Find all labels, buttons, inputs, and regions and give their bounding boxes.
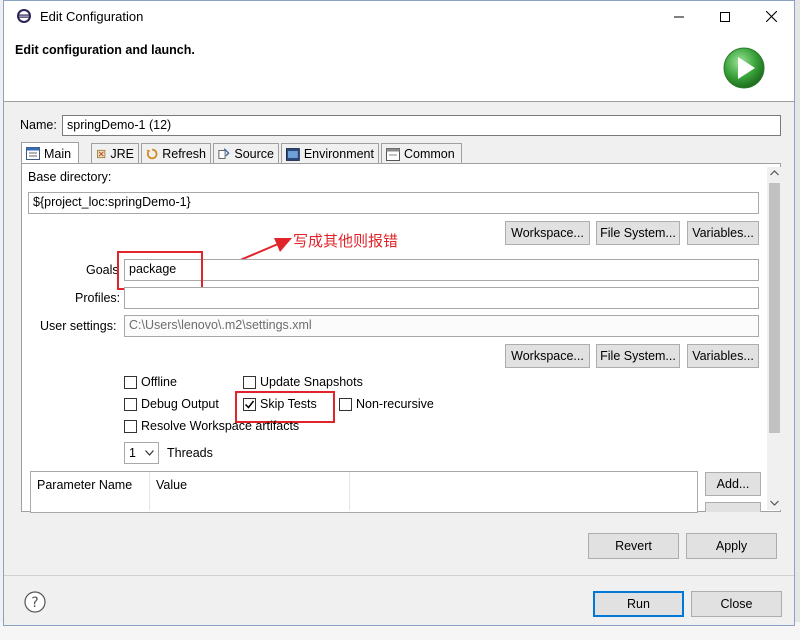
- tab-environment[interactable]: Environment: [281, 143, 379, 164]
- main-tab-icon: [26, 147, 40, 160]
- base-dir-variables-button[interactable]: Variables...: [687, 221, 759, 245]
- tab-main[interactable]: Main: [21, 142, 79, 164]
- revert-button[interactable]: Revert: [588, 533, 679, 559]
- maximize-icon: [720, 11, 730, 22]
- svg-text:?: ?: [31, 595, 38, 611]
- goals-label: Goals: [86, 263, 119, 277]
- goals-input[interactable]: package: [124, 259, 759, 281]
- base-directory-label: Base directory:: [28, 170, 112, 184]
- title-bar: Edit Configuration: [4, 1, 794, 32]
- resolve-workspace-checkbox[interactable]: Resolve Workspace artifacts: [124, 419, 299, 433]
- footer-separator: [4, 575, 794, 576]
- debug-output-checkbox[interactable]: Debug Output: [124, 397, 219, 411]
- settings-workspace-button[interactable]: Workspace...: [505, 344, 590, 368]
- close-button[interactable]: Close: [691, 591, 782, 617]
- settings-variables-button[interactable]: Variables...: [687, 344, 759, 368]
- edit-parameter-button[interactable]: [705, 502, 761, 512]
- minimize-button[interactable]: [656, 1, 702, 32]
- name-input[interactable]: springDemo-1 (12): [62, 115, 781, 136]
- window-title: Edit Configuration: [40, 9, 144, 24]
- offline-label: Offline: [141, 375, 177, 389]
- parameter-table[interactable]: Parameter Name Value: [30, 471, 698, 513]
- base-directory-input[interactable]: ${project_loc:springDemo-1}: [28, 192, 759, 214]
- tab-jre-label: JRE: [110, 147, 134, 161]
- tab-source[interactable]: Source: [213, 143, 279, 164]
- tab-refresh[interactable]: Refresh: [141, 143, 211, 164]
- header-title: Edit configuration and launch.: [15, 43, 195, 57]
- threads-label: Threads: [167, 446, 213, 460]
- profiles-label: Profiles:: [75, 291, 121, 305]
- dialog-header: Edit configuration and launch.: [4, 32, 794, 102]
- checkbox-box: [124, 375, 137, 389]
- tab-refresh-label: Refresh: [162, 147, 206, 161]
- base-dir-file-system-button[interactable]: File System...: [596, 221, 680, 245]
- tab-source-label: Source: [234, 147, 274, 161]
- column-header-value[interactable]: Value: [150, 472, 350, 510]
- scroll-up-icon[interactable]: [770, 170, 779, 176]
- tab-environment-label: Environment: [303, 147, 374, 161]
- apply-button[interactable]: Apply: [686, 533, 777, 559]
- user-settings-input[interactable]: C:\Users\lenovo\.m2\settings.xml: [124, 315, 759, 337]
- maximize-button[interactable]: [702, 1, 748, 32]
- refresh-icon: [146, 148, 158, 160]
- panel-scrollbar[interactable]: [767, 167, 781, 510]
- non-recursive-checkbox[interactable]: Non-recursive: [339, 397, 434, 411]
- close-icon: [765, 11, 777, 22]
- minimize-icon: [674, 16, 684, 17]
- tab-main-label: Main: [44, 146, 72, 161]
- main-tab-panel: Base directory: ${project_loc:springDemo…: [21, 163, 781, 513]
- checkbox-box: [124, 397, 137, 411]
- tab-common-label: Common: [404, 147, 455, 161]
- threads-value: 1: [129, 446, 136, 460]
- common-icon: [386, 147, 400, 161]
- add-parameter-button[interactable]: Add...: [705, 472, 761, 496]
- scrollbar-thumb[interactable]: [769, 183, 780, 433]
- annotation-text: 写成其他则报错: [293, 233, 399, 250]
- run-banner-icon: [723, 47, 765, 89]
- run-button[interactable]: Run: [593, 591, 684, 617]
- name-label: Name:: [20, 118, 57, 132]
- goals-highlight-box: [117, 251, 203, 290]
- threads-select[interactable]: 1: [124, 442, 159, 464]
- tab-common[interactable]: Common: [381, 143, 462, 164]
- update-snapshots-checkbox[interactable]: Update Snapshots: [243, 375, 363, 389]
- close-window-button[interactable]: [748, 1, 794, 32]
- eclipse-app-icon: [17, 9, 31, 23]
- scroll-down-icon[interactable]: [770, 500, 779, 506]
- checkbox-box: [243, 375, 256, 389]
- non-recursive-label: Non-recursive: [356, 397, 434, 411]
- jre-icon: [97, 149, 106, 159]
- checkbox-box: [124, 419, 137, 433]
- user-settings-label: User settings:: [40, 319, 117, 333]
- settings-file-system-button[interactable]: File System...: [596, 344, 680, 368]
- offline-checkbox[interactable]: Offline: [124, 375, 177, 389]
- column-header-parameter-name[interactable]: Parameter Name: [31, 472, 150, 510]
- source-icon: [218, 148, 230, 159]
- profiles-input[interactable]: [124, 287, 759, 309]
- edit-configuration-dialog: Edit Configuration Edit configuration an…: [3, 0, 795, 626]
- update-snapshots-label: Update Snapshots: [260, 375, 363, 389]
- environment-icon: [286, 147, 300, 161]
- resolve-workspace-label: Resolve Workspace artifacts: [141, 419, 300, 433]
- checkbox-box: [339, 397, 352, 411]
- background-window-edge-right: [795, 0, 800, 640]
- help-icon[interactable]: ?: [24, 591, 46, 613]
- base-dir-workspace-button[interactable]: Workspace...: [505, 221, 590, 245]
- debug-output-label: Debug Output: [141, 397, 219, 411]
- chevron-down-icon: [145, 450, 154, 456]
- tab-jre[interactable]: JRE: [91, 143, 139, 164]
